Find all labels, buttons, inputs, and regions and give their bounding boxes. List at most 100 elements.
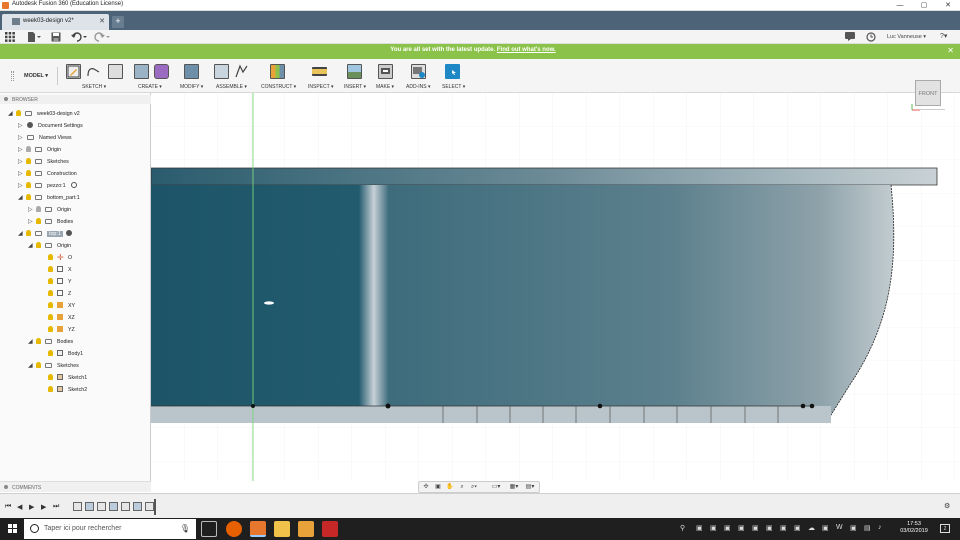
undo-icon[interactable] bbox=[71, 32, 89, 42]
timeline-feature-sketch[interactable] bbox=[97, 502, 106, 511]
create-sketch-icon[interactable] bbox=[66, 64, 81, 79]
volume-icon[interactable]: ♪ bbox=[878, 524, 882, 531]
extrude-icon[interactable] bbox=[134, 64, 149, 79]
timeline-feature-sketch[interactable] bbox=[73, 502, 82, 511]
visibility-bulb-icon[interactable] bbox=[26, 182, 31, 188]
expand-triangle-icon[interactable]: ▷ bbox=[18, 169, 24, 180]
collapse-triangle-icon[interactable]: ◢ bbox=[18, 193, 24, 204]
close-banner-button[interactable]: ✕ bbox=[947, 46, 954, 55]
visibility-bulb-icon[interactable] bbox=[48, 314, 53, 320]
tree-node-pezzo[interactable]: ▷ pezzo:1 bbox=[18, 181, 82, 192]
visibility-bulb-icon[interactable] bbox=[48, 374, 53, 380]
notifications-icon[interactable]: 2 bbox=[940, 524, 950, 533]
job-status-icon[interactable] bbox=[845, 32, 855, 42]
tree-node-yz-plane[interactable]: YZ bbox=[46, 325, 75, 336]
file-explorer-icon[interactable] bbox=[274, 521, 290, 537]
model-viewport[interactable] bbox=[151, 93, 960, 481]
app-icon[interactable] bbox=[322, 521, 338, 537]
visibility-bulb-icon[interactable] bbox=[26, 146, 31, 152]
tray-app-icon[interactable]: ▣ bbox=[696, 524, 703, 532]
joint-icon[interactable] bbox=[234, 64, 249, 79]
tree-node-top-origin[interactable]: ◢ Origin bbox=[28, 241, 71, 252]
tree-node-top-sketches[interactable]: ◢ Sketches bbox=[28, 361, 79, 372]
inspect-group[interactable]: INSPECT ▾ bbox=[308, 62, 338, 92]
collapse-triangle-icon[interactable]: ◢ bbox=[8, 109, 14, 120]
visibility-bulb-icon[interactable] bbox=[48, 386, 53, 392]
save-icon[interactable] bbox=[51, 32, 61, 42]
word-icon[interactable]: W bbox=[836, 524, 843, 531]
tray-app-icon[interactable]: ▣ bbox=[794, 524, 801, 532]
tray-app-icon[interactable]: ▣ bbox=[752, 524, 759, 532]
active-radio-icon[interactable] bbox=[65, 230, 72, 236]
taskbar-search-box[interactable]: Taper ici pour rechercher 🎙 bbox=[24, 519, 196, 539]
viewcube-face[interactable]: FRONT bbox=[915, 80, 941, 106]
taskbar-clock[interactable]: 17:53 03/02/2019 bbox=[896, 521, 932, 535]
insert-image-icon[interactable] bbox=[347, 64, 362, 79]
modify-group[interactable]: MODIFY ▾ bbox=[180, 62, 210, 92]
visibility-bulb-icon[interactable] bbox=[48, 278, 53, 284]
tray-app-icon[interactable]: ▣ bbox=[822, 524, 829, 532]
timeline-settings-gear-icon[interactable]: ⚙ bbox=[944, 502, 950, 510]
tray-app-icon[interactable]: ▣ bbox=[710, 524, 717, 532]
tree-node-xy-plane[interactable]: XY bbox=[46, 301, 75, 312]
visibility-bulb-icon[interactable] bbox=[36, 218, 41, 224]
data-panel-icon[interactable] bbox=[5, 32, 15, 42]
visibility-bulb-icon[interactable] bbox=[26, 170, 31, 176]
tree-node-sketch1[interactable]: Sketch1 bbox=[46, 373, 87, 384]
construct-group[interactable]: CONSTRUCT ▾ bbox=[258, 62, 304, 92]
orbit-icon[interactable]: ✣ bbox=[421, 484, 431, 491]
expand-triangle-icon[interactable]: ▷ bbox=[28, 205, 34, 216]
tree-node-origin[interactable]: ▷ Origin bbox=[18, 145, 61, 156]
tree-node-bottom-bodies[interactable]: ▷ Bodies bbox=[28, 217, 73, 228]
visibility-bulb-icon[interactable] bbox=[16, 110, 21, 116]
visibility-bulb-icon[interactable] bbox=[48, 254, 53, 260]
tray-app-icon[interactable]: ▣ bbox=[738, 524, 745, 532]
expand-triangle-icon[interactable]: ▷ bbox=[18, 181, 24, 192]
select-arrow-icon[interactable] bbox=[445, 64, 460, 79]
measure-icon[interactable] bbox=[312, 67, 327, 76]
fusion360-taskbar-icon[interactable] bbox=[250, 521, 266, 537]
visibility-bulb-icon[interactable] bbox=[26, 230, 31, 236]
visibility-bulb-icon[interactable] bbox=[36, 242, 41, 248]
close-window-button[interactable]: ✕ bbox=[936, 0, 960, 11]
collapse-triangle-icon[interactable]: ◢ bbox=[18, 229, 24, 240]
play-icon[interactable]: ▶ bbox=[29, 503, 34, 511]
expand-triangle-icon[interactable]: ▷ bbox=[18, 145, 24, 156]
visibility-bulb-icon[interactable] bbox=[36, 338, 41, 344]
tray-app-icon[interactable]: ▣ bbox=[724, 524, 731, 532]
task-view-icon[interactable] bbox=[201, 521, 217, 537]
timeline-feature-extrude[interactable] bbox=[85, 502, 94, 511]
timeline-marker[interactable] bbox=[154, 499, 156, 515]
tree-node-named-views[interactable]: ▷ Named Views bbox=[18, 133, 72, 144]
whats-new-link[interactable]: Find out what's now. bbox=[497, 47, 556, 53]
tree-node-sketches[interactable]: ▷ Sketches bbox=[18, 157, 69, 168]
expand-triangle-icon[interactable]: ▷ bbox=[18, 121, 24, 132]
line-icon[interactable] bbox=[86, 64, 101, 79]
grid-settings-icon[interactable]: ▦▾ bbox=[509, 484, 519, 491]
sketch-group[interactable]: SKETCH ▾ bbox=[64, 62, 128, 92]
tree-node-x-axis[interactable]: X bbox=[46, 265, 72, 276]
create-group[interactable]: CREATE ▾ bbox=[132, 62, 174, 92]
select-group[interactable]: SELECT ▾ bbox=[442, 62, 472, 92]
3d-print-icon[interactable] bbox=[378, 64, 393, 79]
visibility-bulb-icon[interactable] bbox=[48, 350, 53, 356]
tree-node-xz-plane[interactable]: XZ bbox=[46, 313, 75, 324]
collapse-triangle-icon[interactable]: ◢ bbox=[28, 337, 34, 348]
offset-plane-icon[interactable] bbox=[270, 64, 285, 79]
tree-node-body1[interactable]: Body1 bbox=[46, 349, 83, 360]
collapse-triangle-icon[interactable]: ◢ bbox=[28, 361, 34, 372]
go-to-start-icon[interactable]: ⏮ bbox=[5, 503, 11, 511]
minimize-button[interactable]: — bbox=[888, 0, 912, 11]
file-menu-icon[interactable] bbox=[27, 32, 41, 42]
app-icon[interactable] bbox=[298, 521, 314, 537]
visibility-bulb-icon[interactable] bbox=[48, 302, 53, 308]
tree-node-top[interactable]: ◢ top:1 bbox=[18, 229, 77, 240]
firefox-icon[interactable] bbox=[226, 521, 242, 537]
go-to-end-icon[interactable]: ⏭ bbox=[53, 503, 59, 511]
user-account-menu[interactable]: Luc Vanneuse ▾ bbox=[887, 32, 926, 42]
activate-radio-icon[interactable] bbox=[70, 182, 77, 188]
tree-node-bottom-part[interactable]: ◢ bottom_part:1 bbox=[18, 193, 80, 204]
make-group[interactable]: MAKE ▾ bbox=[376, 62, 400, 92]
browser-header[interactable]: BROWSER bbox=[0, 95, 151, 104]
tree-node-z-axis[interactable]: Z bbox=[46, 289, 71, 300]
